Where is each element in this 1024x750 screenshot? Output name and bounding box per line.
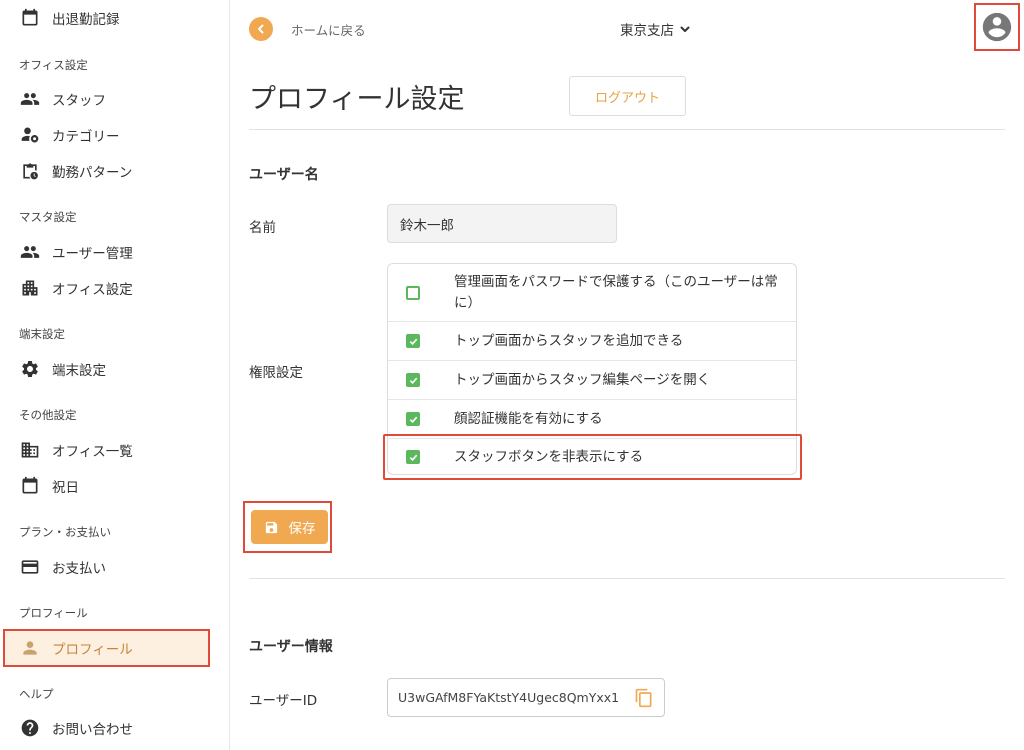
- sidebar-item-label: プロフィール: [52, 642, 133, 658]
- permission-label: 顔認証機能を有効にする: [454, 411, 603, 427]
- sidebar-section-help: ヘルプ: [19, 687, 54, 701]
- sidebar-item-label: オフィス一覧: [52, 444, 133, 460]
- account-circle-icon: [982, 12, 1012, 42]
- sidebar-item-profile[interactable]: プロフィール: [3, 629, 210, 667]
- user-info-heading: ユーザー情報: [249, 639, 333, 655]
- name-label: 名前: [249, 220, 276, 236]
- permission-label: トップ画面からスタッフ編集ページを開く: [454, 372, 711, 388]
- checkbox-checked-icon[interactable]: [406, 412, 420, 426]
- back-button[interactable]: [249, 17, 273, 41]
- copy-icon[interactable]: [634, 688, 654, 708]
- sidebar-item-office-list[interactable]: オフィス一覧: [0, 432, 229, 468]
- clipboard-clock-icon: [20, 161, 40, 181]
- user-id-label: ユーザーID: [249, 693, 318, 709]
- username-heading: ユーザー名: [249, 167, 319, 183]
- calendar-icon: [20, 476, 40, 496]
- sidebar-item-label: オフィス設定: [52, 282, 133, 298]
- sidebar-section-plan: プラン・お支払い: [19, 525, 111, 539]
- name-field[interactable]: 鈴木一郎: [387, 204, 617, 243]
- permission-row-add-staff[interactable]: トップ画面からスタッフを追加できる: [388, 322, 796, 361]
- sidebar: 出退勤記録 オフィス設定 スタッフ カテゴリー 勤務パターン マスタ設定 ユーザ…: [0, 0, 230, 750]
- sidebar-item-attendance[interactable]: 出退勤記録: [0, 0, 229, 36]
- chevron-left-icon: [258, 24, 264, 34]
- people-icon: [20, 242, 40, 262]
- branch-selector[interactable]: 東京支店: [620, 19, 691, 39]
- sidebar-item-label: 端末設定: [52, 363, 106, 379]
- sidebar-item-label: カテゴリー: [52, 129, 120, 145]
- account-avatar-button[interactable]: [974, 3, 1020, 51]
- logout-button[interactable]: ログアウト: [569, 76, 686, 116]
- permission-label: スタッフボタンを非表示にする: [454, 449, 644, 465]
- checkbox-checked-icon[interactable]: [406, 373, 420, 387]
- permission-label: トップ画面からスタッフを追加できる: [454, 333, 684, 349]
- sidebar-item-user-management[interactable]: ユーザー管理: [0, 234, 229, 270]
- sidebar-item-contact[interactable]: お問い合わせ: [0, 710, 229, 746]
- sidebar-item-office-settings[interactable]: オフィス設定: [0, 270, 229, 306]
- sidebar-item-label: お支払い: [52, 561, 106, 577]
- sidebar-item-label: お問い合わせ: [52, 722, 133, 738]
- permission-row-edit-staff[interactable]: トップ画面からスタッフ編集ページを開く: [388, 361, 796, 400]
- sidebar-section-other: その他設定: [19, 408, 77, 422]
- sidebar-item-category[interactable]: カテゴリー: [0, 117, 229, 153]
- sidebar-item-label: ユーザー管理: [52, 246, 133, 262]
- back-link[interactable]: ホームに戻る: [291, 20, 366, 39]
- permissions-label: 権限設定: [249, 365, 303, 381]
- branch-name: 東京支店: [620, 23, 674, 39]
- chevron-down-icon: [680, 26, 690, 32]
- user-id-field[interactable]: U3wGAfM8FYaKtstY4Ugec8QmYxx1: [387, 678, 665, 717]
- page-title: プロフィール設定: [249, 84, 465, 115]
- person-gear-icon: [20, 125, 40, 145]
- permissions-list: 管理画面をパスワードで保護する（このユーザーは常に） トップ画面からスタッフを追…: [383, 263, 802, 480]
- sidebar-section-office: オフィス設定: [19, 58, 88, 72]
- floppy-disk-icon: [265, 521, 277, 533]
- sidebar-item-holidays[interactable]: 祝日: [0, 468, 229, 504]
- sidebar-section-device: 端末設定: [19, 327, 65, 341]
- credit-card-icon: [20, 557, 40, 577]
- sidebar-section-master: マスタ設定: [19, 210, 77, 224]
- sidebar-section-profile: プロフィール: [19, 606, 88, 620]
- save-button[interactable]: 保存: [251, 510, 328, 544]
- people-icon: [20, 89, 40, 109]
- sidebar-item-label: 祝日: [52, 480, 79, 496]
- save-highlight: 保存: [243, 501, 332, 553]
- sidebar-item-label: 出退勤記録: [52, 12, 120, 28]
- sidebar-item-work-pattern[interactable]: 勤務パターン: [0, 153, 229, 189]
- sidebar-item-label: 勤務パターン: [52, 165, 133, 181]
- save-label: 保存: [288, 521, 316, 537]
- checkbox-checked-icon[interactable]: [406, 334, 420, 348]
- checkbox-checked-icon[interactable]: [406, 450, 420, 464]
- divider: [249, 129, 1005, 130]
- name-value: 鈴木一郎: [400, 217, 454, 234]
- gear-icon: [20, 359, 40, 379]
- building-icon: [20, 440, 40, 460]
- sidebar-item-device-settings[interactable]: 端末設定: [0, 351, 229, 387]
- sidebar-item-staff[interactable]: スタッフ: [0, 81, 229, 117]
- user-id-value: U3wGAfM8FYaKtstY4Ugec8QmYxx1: [398, 690, 620, 705]
- permission-row-password[interactable]: 管理画面をパスワードで保護する（このユーザーは常に）: [388, 264, 796, 322]
- permission-label: 管理画面をパスワードで保護する（このユーザーは常に）: [454, 274, 778, 311]
- permission-row-hide-staff-button[interactable]: スタッフボタンを非表示にする: [383, 434, 802, 480]
- topbar: ホームに戻る 東京支店: [231, 0, 1024, 58]
- sidebar-item-label: スタッフ: [52, 93, 106, 109]
- help-circle-icon: [20, 718, 40, 738]
- sidebar-item-payment[interactable]: お支払い: [0, 549, 229, 585]
- checkbox-unchecked-icon[interactable]: [406, 286, 420, 300]
- divider: [249, 578, 1005, 579]
- person-icon: [20, 638, 40, 658]
- calendar-box-icon: [20, 8, 40, 28]
- building-icon: [20, 278, 40, 298]
- app-root: 出退勤記録 オフィス設定 スタッフ カテゴリー 勤務パターン マスタ設定 ユーザ…: [0, 0, 1024, 750]
